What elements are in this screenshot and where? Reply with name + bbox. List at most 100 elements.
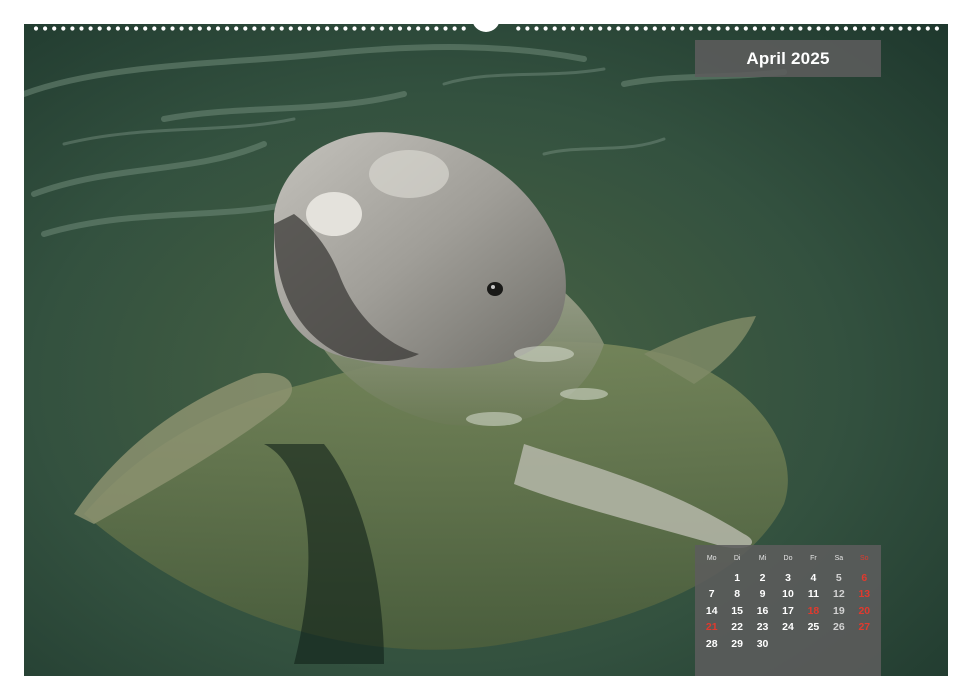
binding-hole [616,26,621,31]
binding-hole [661,26,667,31]
binding-hole [452,26,457,31]
day-cell: 9 [759,588,766,600]
binding-hole [179,26,184,31]
binding-hole [434,26,439,31]
binding-hole [352,26,357,31]
binding-hole [361,26,366,31]
binding-hole [325,26,330,31]
binding-hole [152,26,157,31]
day-cell: 7 [708,588,715,600]
weekday-header: Do [783,555,793,562]
binding-hole [834,26,839,31]
binding-hole [916,26,921,31]
binding-hole [197,26,202,31]
binding-hole [625,26,630,31]
day-cell: 13 [858,588,871,600]
binding-hole [525,26,530,31]
binding-hole [752,26,758,31]
binding-hole [443,26,448,31]
binding-hole [780,26,785,31]
binding-hole [97,26,102,31]
binding-hole [634,26,639,31]
day-cell: 11 [807,588,819,600]
binding-hole [643,26,648,31]
binding-hole [134,26,139,31]
binding-hole [124,26,130,31]
binding-hole [725,26,730,31]
binding-hole [771,26,776,31]
binding-hole [161,26,166,31]
day-cell: 16 [756,604,769,617]
binding-hole [143,26,148,31]
day-cell: 18 [807,604,820,617]
binding-hole [170,26,175,31]
binding-hole [680,26,685,31]
binding-hole [552,26,557,31]
binding-hole [852,26,858,31]
binding-hole [388,26,393,31]
binding-hole [889,26,894,31]
day-cell: 1 [734,571,741,584]
day-cell: 29 [731,637,743,650]
binding-hole [871,26,876,31]
binding-hole [243,26,248,31]
binding-hole [862,26,867,31]
binding-hole [789,26,794,31]
day-cell: 12 [833,588,845,600]
day-cell: 28 [705,637,718,650]
day-cell: 22 [731,621,743,633]
blank-day-cell [699,570,724,587]
binding-hole [534,26,539,31]
binding-hole [297,26,302,31]
calendar-grid: Mo Di Mi Do Fr Sa So 1 2 3 4 5 6 7 8 9 10 11 12 13 14 15 16 17 1… [699,553,877,652]
binding-hole [670,26,676,31]
day-cell: 21 [705,621,718,633]
binding-hole [397,26,403,31]
binding-hole [707,26,712,31]
binding-hole [579,26,585,31]
binding-hole [589,26,594,31]
month-calendar-panel: Mo Di Mi Do Fr Sa So 1 2 3 4 5 6 7 8 9 10 11 12 13 14 15 16 17 1… [695,545,881,676]
binding-hole [816,26,821,31]
binding-hole [316,26,321,31]
binding-hole [215,26,221,31]
day-cell: 27 [858,621,871,633]
month-title: April 2025 [746,48,830,68]
binding-hole [689,26,694,31]
binding-hole [407,26,412,31]
binding-hole [188,26,193,31]
month-title-panel: April 2025 [695,40,881,77]
binding-hole [288,26,293,31]
binding-hole [598,26,603,31]
day-cell: 10 [782,588,794,600]
binding-hole [43,26,48,31]
weekday-header: Mi [758,555,767,562]
binding-hole [652,26,657,31]
day-cell: 19 [833,604,845,617]
day-cell: 20 [858,604,871,617]
day-cell: 3 [785,571,791,584]
day-cell: 4 [810,571,817,584]
binding-hole [807,26,812,31]
binding-hole [743,26,748,31]
day-cell: 17 [782,604,794,617]
binding-hole [225,26,230,31]
binding-hole [270,26,275,31]
binding-hole [52,26,57,31]
binding-hole [61,26,66,31]
weekday-header: Sa [834,555,844,562]
day-cell: 23 [756,621,769,633]
binding-hole [261,26,266,31]
binding-hole [70,26,75,31]
binding-hole [106,26,111,31]
binding-hole [234,26,239,31]
binding-hole [843,26,849,31]
day-cell: 8 [734,588,741,600]
binding-hole [206,26,211,31]
binding-hole [607,26,612,31]
binding-hole [306,26,312,31]
binding-hole [252,26,257,31]
binding-hole [343,26,348,31]
binding-hole [561,26,566,31]
binding-hole [115,26,120,31]
